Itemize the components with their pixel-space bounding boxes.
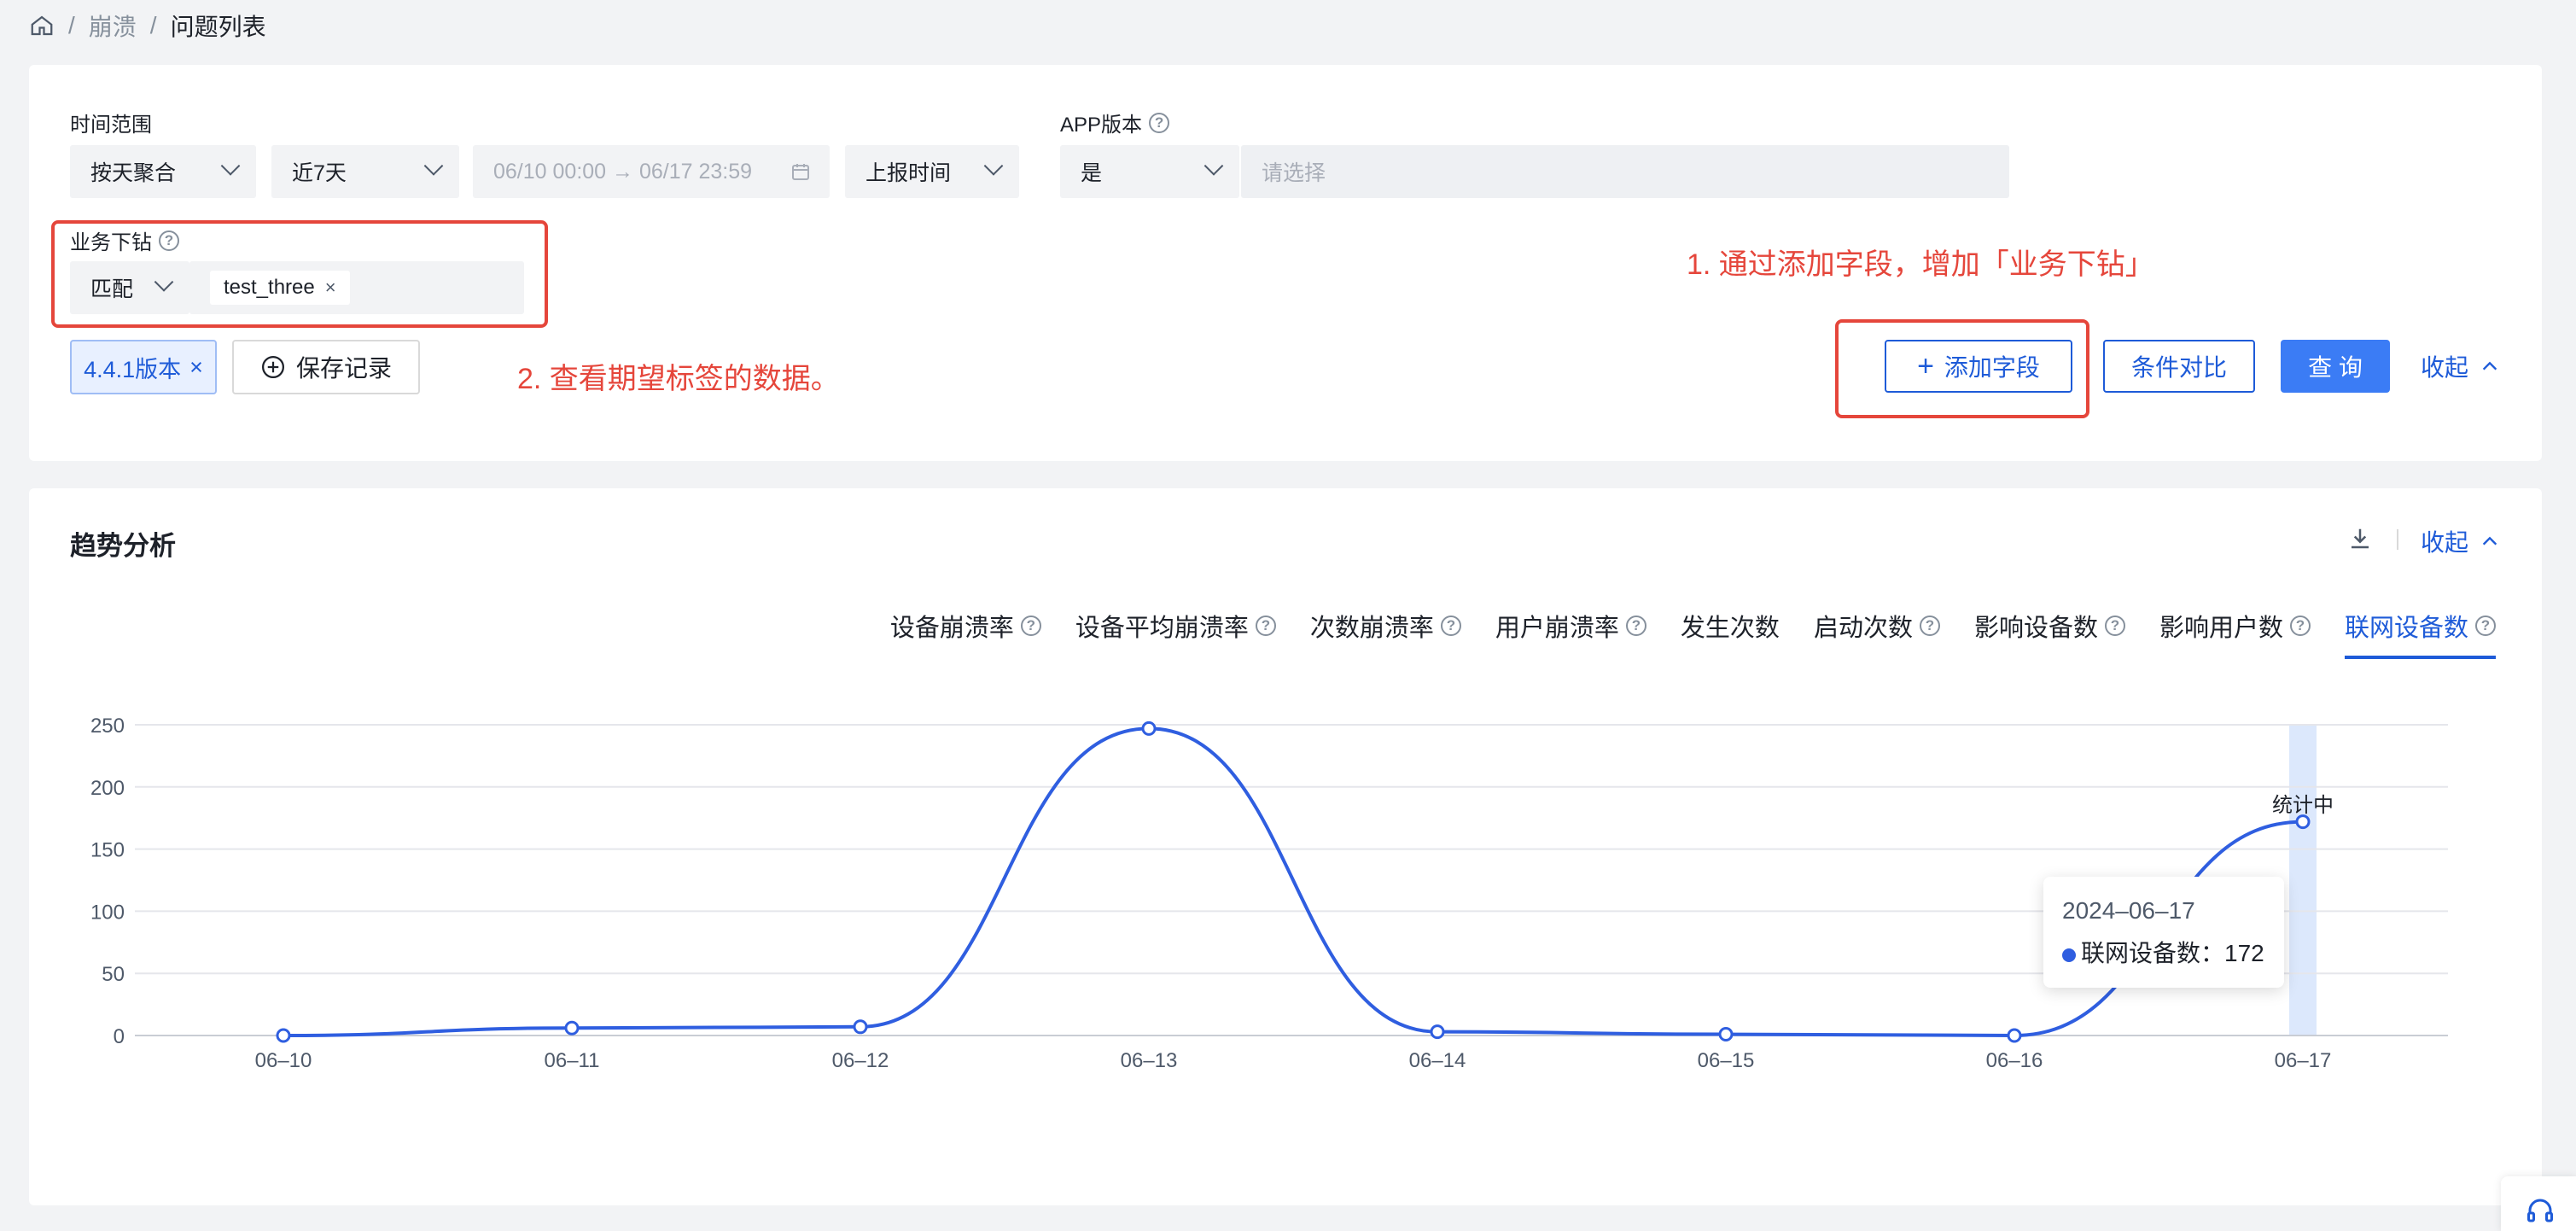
highlight-band <box>2289 725 2317 1036</box>
y-tick-label: 50 <box>102 963 125 986</box>
y-tick-label: 150 <box>90 839 125 862</box>
customer-service-button[interactable] <box>2501 1176 2576 1231</box>
tooltip-date: 2024–06–17 <box>2062 897 2195 924</box>
data-point <box>1718 1027 1734 1042</box>
tooltip-row: 联网设备数：172 <box>2062 935 2265 969</box>
pending-label: 统计中 <box>2272 794 2334 817</box>
x-tick-label: 06–11 <box>545 1049 600 1072</box>
y-tick-label: 250 <box>90 715 125 738</box>
data-point <box>276 1028 291 1043</box>
x-tick-label: 06–12 <box>832 1049 889 1072</box>
y-tick-label: 100 <box>90 901 125 924</box>
y-tick-label: 200 <box>90 777 125 800</box>
data-point <box>1141 721 1157 736</box>
data-point <box>564 1020 580 1036</box>
tooltip-series-name: 联网设备数： <box>2081 940 2225 966</box>
data-point <box>1430 1024 1445 1040</box>
y-tick-label: 0 <box>114 1025 125 1048</box>
x-tick-label: 06–14 <box>1409 1049 1466 1072</box>
x-tick-label: 06–10 <box>255 1049 312 1072</box>
series-line <box>283 726 2304 1038</box>
data-point <box>853 1019 868 1035</box>
headset-icon <box>2527 1199 2553 1222</box>
tooltip-value: 172 <box>2224 940 2264 966</box>
x-tick-label: 06–13 <box>1121 1049 1178 1072</box>
series-dot <box>2062 948 2076 962</box>
data-point <box>2007 1028 2022 1043</box>
x-tick-label: 06–16 <box>1986 1049 2043 1072</box>
chart-tooltip: 2024–06–17 联网设备数：172 <box>2043 877 2284 988</box>
trend-chart: 0 50 100 150 200 250 06–10 06–11 06–12 06–13 06–14… <box>90 715 2448 1072</box>
x-tick-label: 06–17 <box>2275 1049 2332 1072</box>
data-point <box>2295 814 2311 830</box>
x-tick-label: 06–15 <box>1698 1049 1755 1072</box>
